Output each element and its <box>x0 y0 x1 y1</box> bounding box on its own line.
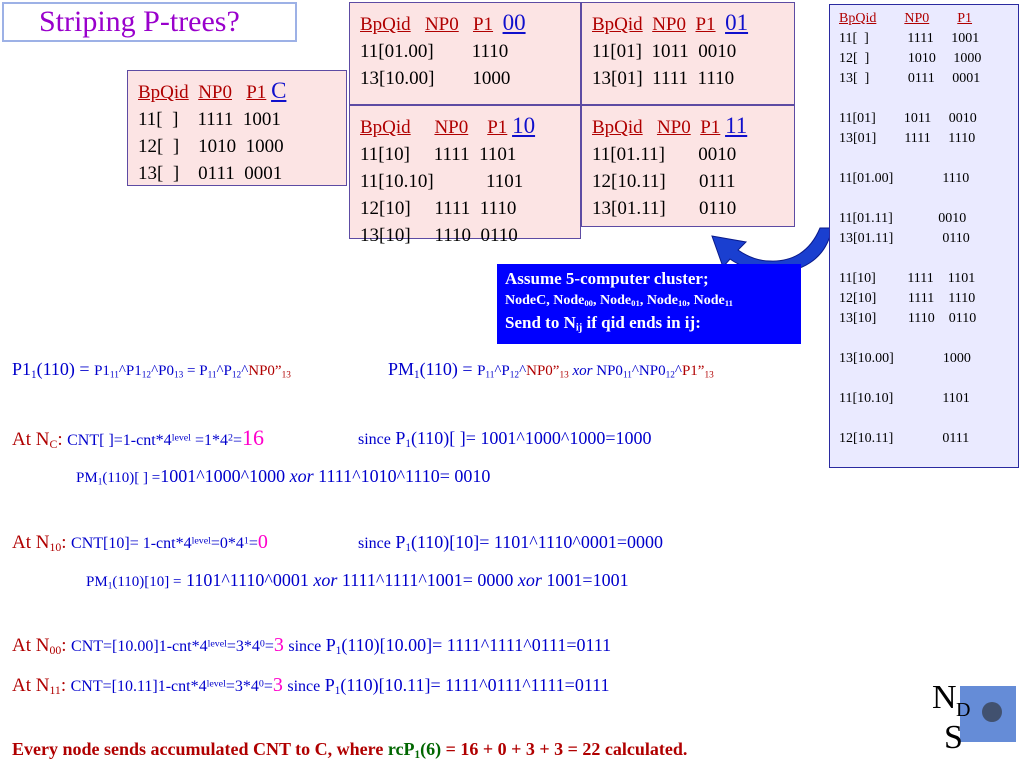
assume-cluster-note: Assume 5-computer cluster; NodeC, Node00… <box>497 264 801 344</box>
ptree-box-00: BpQid NP0 P1 00 11[01.00] 1110 13[10.00]… <box>349 2 581 105</box>
row: 11[01.11] 0010 <box>592 144 737 165</box>
assume-line-2: NodeC, Node00, Node01, Node10, Node11 <box>505 293 733 309</box>
row: 13[10.00] 1000 <box>360 68 511 89</box>
at-n00-line: At N00: CNT=[10.00]1-cnt*4level=3*40=3 s… <box>12 634 612 657</box>
ptree-box-11: BpQid NP0 P1 11 11[01.11] 0010 12[10.11]… <box>581 105 795 227</box>
ptree-box-c: BpQid NP0 P1 C 11[ ] 1111 1001 12[ ] 101… <box>127 70 347 186</box>
row: 11[01.00] 1110 <box>360 41 509 62</box>
row: 11[10.10] 1101 <box>360 171 524 192</box>
row: 12[10.11] 0111 <box>592 171 736 192</box>
at-n10-cnt: At N10: CNT[10]= 1-cnt*4level=0*41=0 <box>12 531 268 554</box>
final-summary: Every node sends accumulated CNT to C, w… <box>12 739 688 761</box>
page-title: Striping P-trees? <box>2 2 297 42</box>
row: 11[ ] 1111 1001 <box>138 109 281 130</box>
assume-line-1: Assume 5-computer cluster; <box>505 269 709 288</box>
combined-ptree-panel: BpQid NP0 P1 11[ ] 1111 1001 12[ ] 1010 … <box>829 4 1019 468</box>
header-np0: NP0 <box>198 82 232 103</box>
at-nc-since: since P1(110)[ ]= 1001^1000^1000=1000 <box>358 428 652 450</box>
at-n10-since: since P1(110)[10]= 1101^1110^0001=0000 <box>358 532 663 554</box>
svg-text:N: N <box>932 679 957 716</box>
header-p1: P1 <box>246 82 267 103</box>
ptree-box-10: BpQid NP0 P1 10 11[10] 1111 1101 11[10.1… <box>349 105 581 246</box>
at-nc-cnt: At NC: CNT[ ]=1-cnt*4level =1*42=16 <box>12 425 264 451</box>
formula-pm1: PM1(110) = P11^P12^NP0”13 xor NP011^NP01… <box>388 359 714 381</box>
nds-logo-icon: N D S <box>930 672 1018 758</box>
at-n11-line: At N11: CNT=[10.11]1-cnt*4level=3*40=3 s… <box>12 674 610 697</box>
box-header: BpQid NP0 P1 C <box>138 78 286 103</box>
row: 11[01] 1011 0010 <box>592 41 737 62</box>
svg-text:D: D <box>956 699 970 721</box>
row: 12[10] 1111 1110 <box>360 198 517 219</box>
at-n10-pm: PM1(110)[10] = 1101^1110^0001 xor 1111^1… <box>86 570 629 592</box>
header-node: C <box>271 78 287 103</box>
row: 13[01] 1111 1110 <box>592 68 735 89</box>
row: 13[10] 1110 0110 <box>360 225 518 246</box>
row: 12[ ] 1010 1000 <box>138 136 284 157</box>
row: 13[01.11] 0110 <box>592 198 737 219</box>
formula-p1: P11(110) = P111^P112^P013 = P11^P12^NP0”… <box>12 359 291 381</box>
row: 13[ ] 0111 0001 <box>138 163 283 184</box>
assume-line-3: Send to Nij if qid ends in ij: <box>505 313 701 334</box>
svg-text:S: S <box>944 719 963 756</box>
row: 11[10] 1111 1101 <box>360 144 517 165</box>
ptree-box-01: BpQid NP0 P1 01 11[01] 1011 0010 13[01] … <box>581 2 795 105</box>
header-bpqid: BpQid <box>138 82 189 103</box>
at-nc-pm: PM1(110)[ ] =1001^1000^1000 xor 1111^101… <box>76 466 491 488</box>
